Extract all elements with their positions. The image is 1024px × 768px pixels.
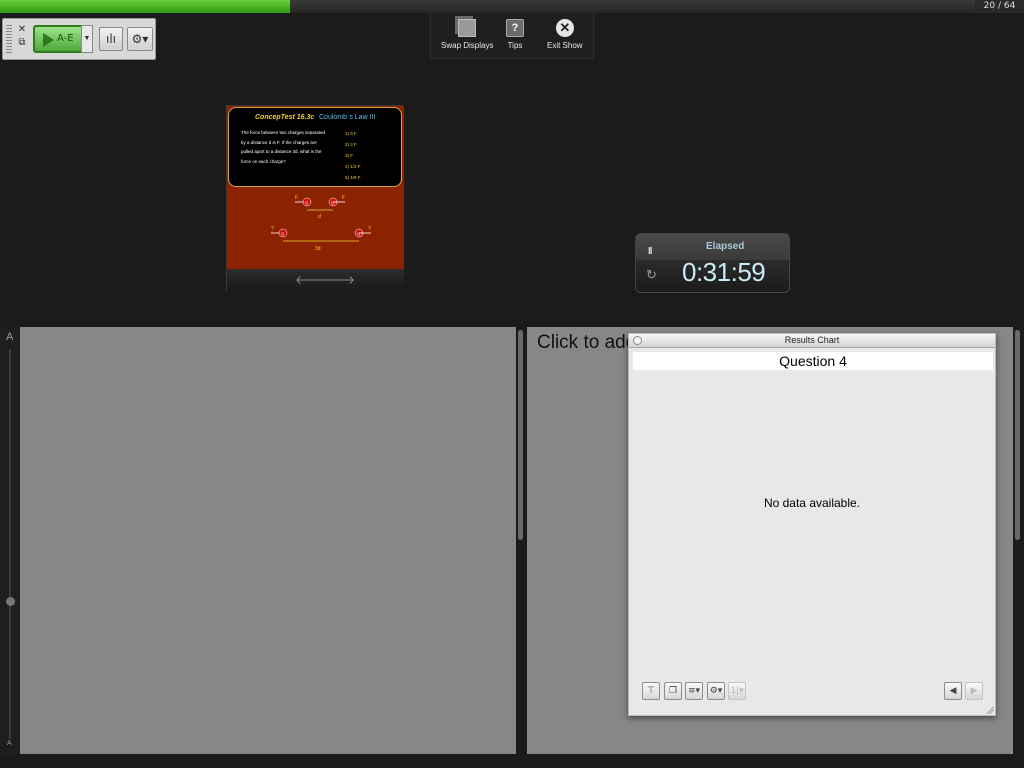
slide-options: 1) 9 F 2) 3 F 3) F 4) 1/3 F 5) 1/9 F	[345, 128, 361, 183]
force-label: F	[342, 195, 345, 201]
play-icon	[43, 33, 54, 47]
timer-value: 0:31:59	[682, 257, 766, 287]
force-label: F	[295, 195, 298, 201]
windows-icon[interactable]: ❐	[664, 682, 682, 700]
tips-button[interactable]: ? Tips	[506, 19, 524, 50]
exit-show-button[interactable]: ✕ Exit Show	[547, 19, 583, 50]
label-options-icon[interactable]: 1|▾	[728, 682, 746, 700]
chart-settings-icon[interactable]: ⚙▾	[707, 682, 725, 700]
slide-option: 4) 1/3 F	[345, 164, 361, 169]
slide-preview: ConcepTest 16.3c Coulomb`s Law III The f…	[226, 105, 404, 291]
swap-displays-button[interactable]: Swap Displays	[441, 19, 493, 50]
font-size-slider: A A	[0, 327, 20, 754]
large-font-icon: A	[6, 331, 14, 343]
charge-label: Q	[357, 231, 360, 236]
slide-title: ConcepTest 16.3c	[255, 114, 315, 121]
tips-label: Tips	[507, 41, 523, 50]
no-data-message: No data available.	[763, 496, 861, 510]
unknown-force-label: ?	[271, 226, 274, 232]
filter-icon[interactable]: ⊤	[642, 682, 660, 700]
left-display-pane[interactable]	[20, 327, 516, 754]
slide-subtitle: Coulomb`s Law III	[319, 114, 376, 121]
pause-icon[interactable]: II	[648, 246, 652, 257]
next-slide-icon[interactable]: 🡒	[323, 272, 355, 287]
right-pane-scrollbar[interactable]	[1015, 330, 1020, 540]
copy-icon[interactable]: ⧉	[17, 38, 27, 48]
results-question-title: Question 4	[633, 352, 993, 370]
results-chart-window: Results Chart Question 4 No data availab…	[628, 333, 996, 716]
close-window-icon[interactable]	[633, 336, 642, 345]
poll-type-label: A-E	[57, 33, 74, 44]
slide-counter: 20 / 64	[975, 0, 1024, 13]
slide-option: 1) 9 F	[345, 131, 357, 136]
close-circle-icon: ✕	[555, 19, 574, 37]
chart-icon[interactable]: ılı	[99, 27, 123, 51]
distance-label: 3d	[315, 246, 321, 252]
unknown-force-label: ?	[368, 226, 371, 232]
close-icon[interactable]: ✕	[17, 25, 27, 35]
toolbar-drag-handle[interactable]	[6, 25, 12, 53]
distance-label: d	[318, 214, 321, 220]
charge-label: Q	[305, 200, 308, 205]
slider-track[interactable]	[9, 349, 11, 739]
slide-question-box: ConcepTest 16.3c Coulomb`s Law III The f…	[228, 107, 402, 187]
slide-option: 3) F	[345, 153, 354, 158]
slider-knob[interactable]	[6, 597, 15, 606]
results-title-bar[interactable]: Results Chart	[629, 334, 995, 348]
reset-icon[interactable]: ↻	[646, 267, 657, 283]
next-question-icon[interactable]: ▶	[965, 682, 983, 700]
slide-thumbnail: ConcepTest 16.3c Coulomb`s Law III The f…	[227, 106, 404, 269]
show-progress-fill	[0, 0, 290, 13]
poll-type-dropdown[interactable]: ▼	[81, 25, 93, 53]
show-menu: Swap Displays ? Tips ✕ Exit Show	[430, 13, 594, 59]
slide-option: 2) 3 F	[345, 142, 357, 147]
start-poll-button[interactable]: A-E ▼	[33, 25, 93, 53]
exit-show-label: Exit Show	[547, 41, 583, 50]
timer-label: Elapsed	[706, 241, 745, 252]
toolbar-mini-icons: ✕ ⧉	[17, 25, 29, 51]
resize-grip[interactable]	[986, 706, 994, 714]
help-icon: ?	[506, 19, 524, 37]
charge-label: Q	[281, 231, 284, 236]
swap-displays-icon	[458, 19, 477, 37]
slide-navigation: 🡐 🡒	[227, 269, 404, 291]
session-toolbar: ✕ ⧉ A-E ▼ ılı ⚙▾	[2, 18, 156, 60]
slide-question-text: The force between two charges separated …	[241, 130, 326, 164]
sort-icon[interactable]: ≡▾	[685, 682, 703, 700]
show-progress-bar	[0, 0, 975, 13]
charges-diagram: F F Q Q d ? ? Q Q 3d	[271, 195, 371, 252]
charge-label: Q	[331, 200, 334, 205]
previous-question-icon[interactable]: ◀	[944, 682, 962, 700]
results-window-title: Results Chart	[784, 335, 840, 345]
swap-displays-label: Swap Displays	[441, 41, 494, 50]
slide-option: 5) 1/9 F	[345, 175, 361, 180]
left-pane-scrollbar[interactable]	[518, 330, 523, 540]
settings-icon[interactable]: ⚙▾	[127, 27, 153, 51]
elapsed-timer: Elapsed II ↻ 0:31:59	[635, 233, 790, 293]
notes-placeholder[interactable]: Click to add	[537, 332, 636, 354]
small-font-icon: A	[7, 740, 12, 747]
